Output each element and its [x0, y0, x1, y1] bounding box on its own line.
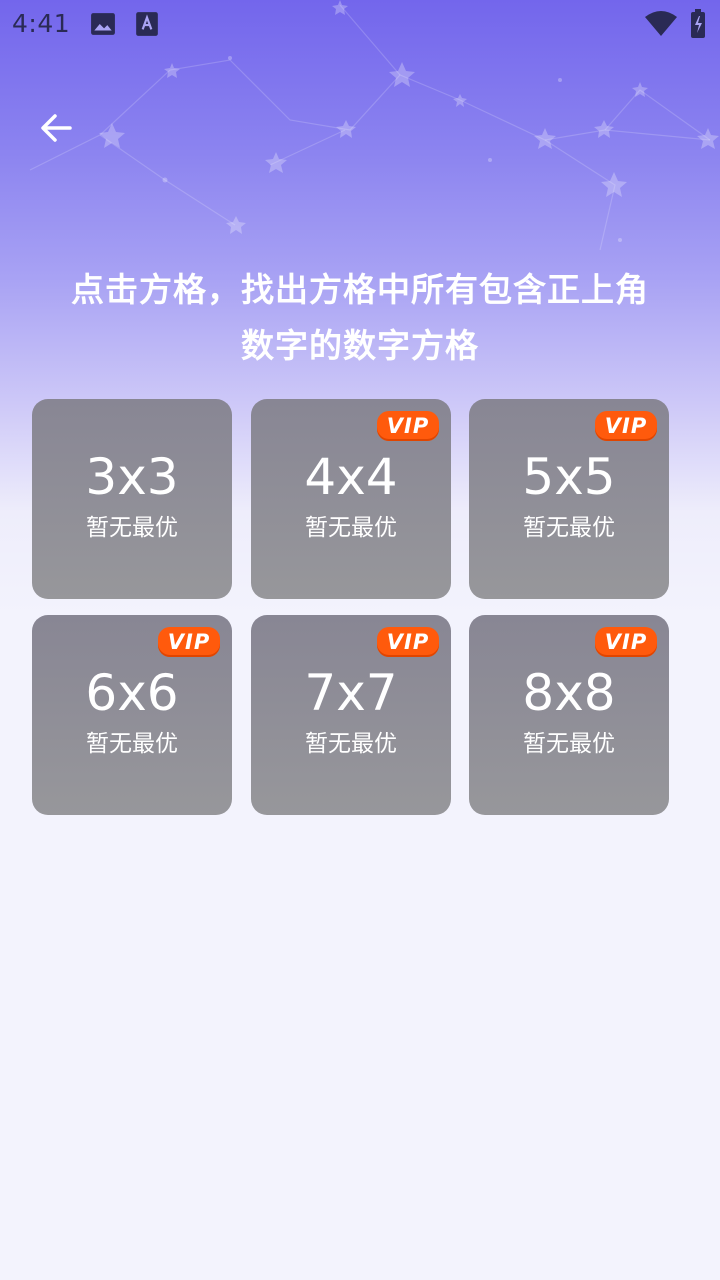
vip-label: VIP: [604, 414, 648, 438]
grid-card-6x6[interactable]: VIP 6x6 暂无最优: [32, 615, 232, 815]
grid-size-label: 5x5: [522, 448, 616, 506]
grid-card-3x3[interactable]: 3x3 暂无最优: [32, 399, 232, 599]
battery-icon: [690, 9, 706, 43]
best-score-label: 暂无最优: [86, 731, 178, 757]
grid-size-label: 6x6: [85, 664, 179, 722]
vip-label: VIP: [167, 630, 211, 654]
grid-size-label: 3x3: [85, 448, 179, 506]
vip-badge: VIP: [595, 627, 657, 657]
best-score-label: 暂无最优: [86, 515, 178, 541]
vip-badge: VIP: [377, 627, 439, 657]
status-bar: 4:41: [0, 0, 720, 48]
grid-size-label: 4x4: [304, 448, 398, 506]
best-score-label: 暂无最优: [523, 515, 615, 541]
grid-card-7x7[interactable]: VIP 7x7 暂无最优: [251, 615, 451, 815]
grid-card-4x4[interactable]: VIP 4x4 暂无最优: [251, 399, 451, 599]
grid-card-5x5[interactable]: VIP 5x5 暂无最优: [469, 399, 669, 599]
wifi-icon: [644, 10, 678, 42]
grid-size-label: 8x8: [522, 664, 616, 722]
vip-label: VIP: [604, 630, 648, 654]
vip-label: VIP: [386, 414, 430, 438]
arrow-left-icon: [41, 114, 72, 142]
best-score-label: 暂无最优: [523, 731, 615, 757]
image-icon: [90, 11, 116, 41]
grid-card-8x8[interactable]: VIP 8x8 暂无最优: [469, 615, 669, 815]
grid-size-label: 7x7: [304, 664, 398, 722]
vip-label: VIP: [386, 630, 430, 654]
title-line-1: 点击方格，找出方格中所有包含正上角: [71, 270, 649, 309]
back-button[interactable]: [28, 104, 84, 152]
page-title: 点击方格，找出方格中所有包含正上角 数字的数字方格: [40, 262, 680, 374]
font-icon: [134, 11, 160, 41]
best-score-label: 暂无最优: [305, 731, 397, 757]
best-score-label: 暂无最优: [305, 515, 397, 541]
vip-badge: VIP: [158, 627, 220, 657]
vip-badge: VIP: [377, 411, 439, 441]
status-time: 4:41: [12, 9, 71, 38]
title-line-2: 数字的数字方格: [241, 326, 479, 365]
vip-badge: VIP: [595, 411, 657, 441]
